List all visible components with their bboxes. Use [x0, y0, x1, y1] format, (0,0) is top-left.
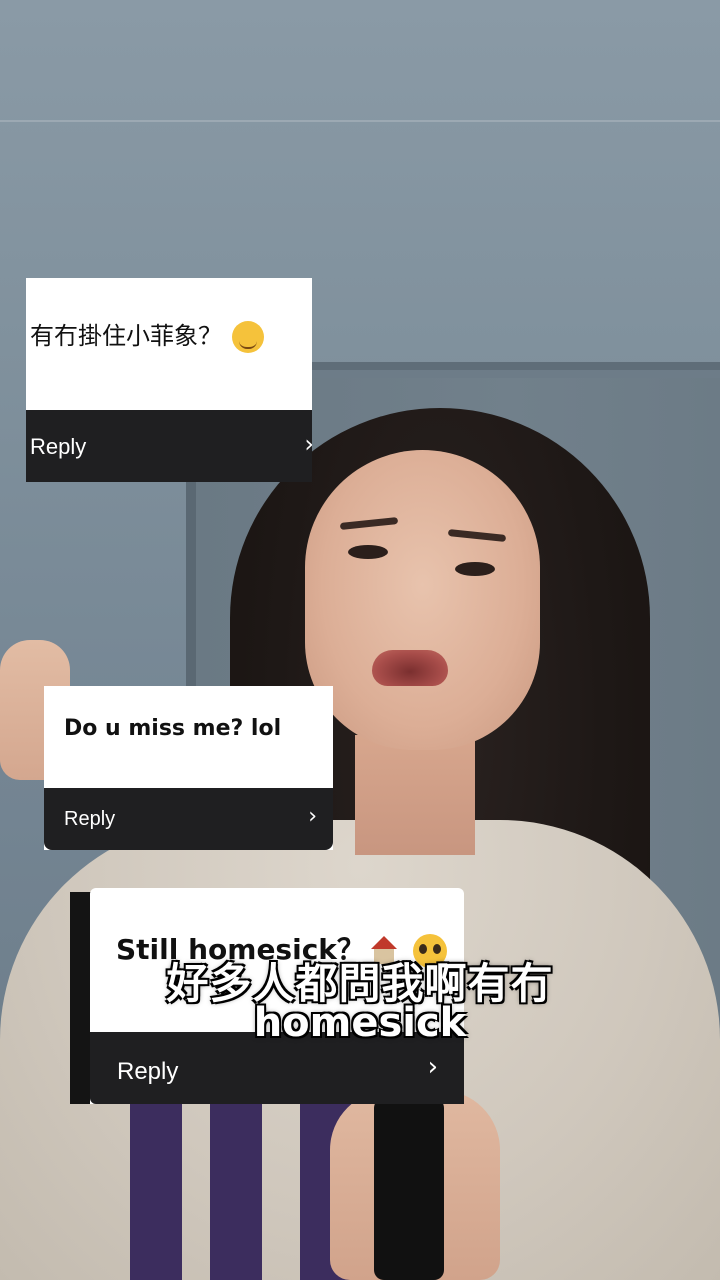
subtitle-line-2: homesick	[253, 1000, 467, 1046]
ceiling-edge	[0, 120, 720, 122]
comment-question: 有冇掛住小菲象？	[30, 316, 312, 353]
comment-card-2[interactable]: Do u miss me? lol Reply ›	[44, 686, 333, 850]
comment-card-1[interactable]: 有冇掛住小菲象？ Reply ›	[26, 278, 312, 482]
person-neck	[355, 735, 475, 855]
reply-label: Reply	[64, 808, 116, 830]
sweater-stripe	[210, 1100, 262, 1280]
sweater-stripe	[130, 1100, 182, 1280]
winking-face-icon	[232, 321, 264, 353]
microphone	[374, 1098, 444, 1280]
chevron-right-icon: ›	[304, 430, 312, 458]
reply-label: Reply	[117, 1058, 179, 1085]
right-eye	[455, 562, 495, 576]
person-mouth	[372, 650, 448, 686]
reply-bar[interactable]: Reply ›	[26, 410, 312, 482]
comment-question: Do u miss me? lol	[64, 716, 282, 741]
chevron-right-icon: ›	[308, 804, 317, 829]
person-face	[305, 450, 540, 750]
left-eye	[348, 545, 388, 559]
reply-bar[interactable]: Reply ›	[44, 788, 333, 850]
reply-label: Reply	[30, 434, 87, 459]
chevron-right-icon: ›	[427, 1052, 438, 1082]
